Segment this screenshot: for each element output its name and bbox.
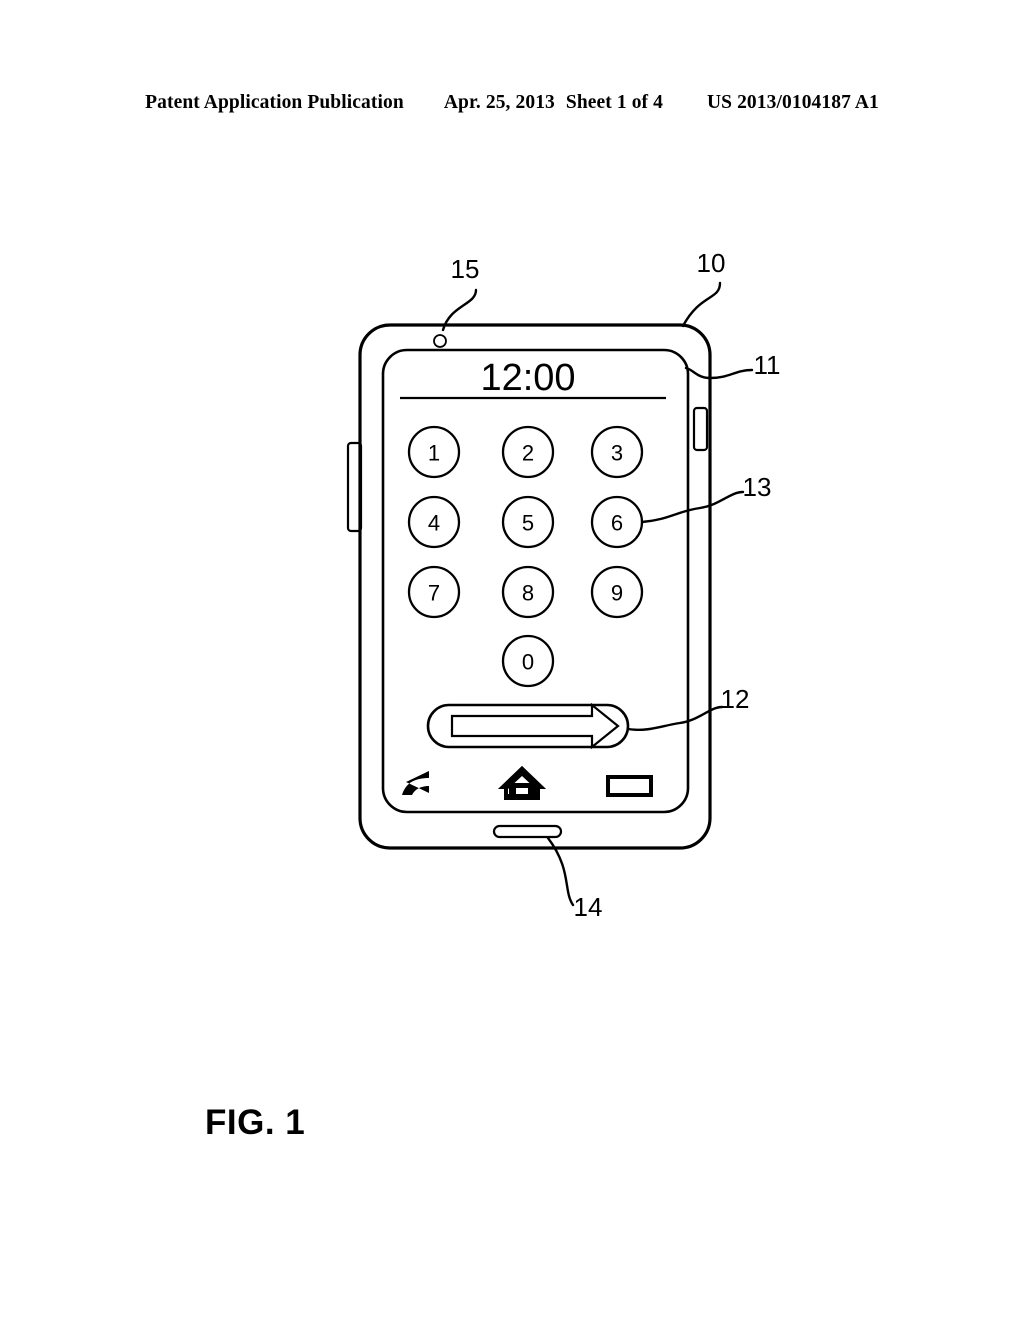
- keypad-key-label: 4: [428, 511, 440, 536]
- keypad-key[interactable]: 8: [501, 565, 555, 619]
- reference-numeral-12: 12: [721, 684, 750, 714]
- keypad-key[interactable]: 7: [407, 565, 461, 619]
- reference-numeral-14: 14: [574, 892, 603, 922]
- leader-line-10: [681, 281, 722, 328]
- reference-numeral-15: 15: [451, 254, 480, 284]
- keypad-key[interactable]: 5: [501, 495, 555, 549]
- reference-numeral-11: 11: [754, 350, 781, 380]
- keypad-key[interactable]: 6: [590, 495, 644, 549]
- reference-numeral-13: 13: [743, 472, 772, 502]
- keypad-key-label: 6: [611, 511, 623, 536]
- keypad-key[interactable]: 0: [501, 634, 555, 688]
- keypad-key[interactable]: 3: [590, 425, 644, 479]
- figure-caption: FIG. 1: [205, 1103, 306, 1142]
- keypad-key-label: 5: [522, 511, 534, 536]
- keypad-key-label: 1: [428, 441, 440, 466]
- clock-display: 12:00: [480, 357, 575, 399]
- keypad-key[interactable]: 1: [407, 425, 461, 479]
- figure-drawing: 12:00 1 2 3 4 5 6 7 8 9 0 15 10 11 13 12…: [0, 0, 1024, 1320]
- keypad-key[interactable]: 4: [407, 495, 461, 549]
- keypad-key-label: 0: [522, 650, 534, 675]
- keypad-key-label: 9: [611, 581, 623, 606]
- keypad-key[interactable]: 2: [501, 425, 555, 479]
- recents-rectangle-icon[interactable]: [606, 775, 653, 797]
- keypad-key-label: 3: [611, 441, 623, 466]
- reference-numeral-10: 10: [697, 248, 726, 278]
- camera-dot-icon: [433, 334, 447, 348]
- clock-label: 12:00: [480, 357, 575, 399]
- keypad-key-label: 7: [428, 581, 440, 606]
- keypad-key-label: 8: [522, 581, 534, 606]
- keypad-key-label: 2: [522, 441, 534, 466]
- keypad-key[interactable]: 9: [590, 565, 644, 619]
